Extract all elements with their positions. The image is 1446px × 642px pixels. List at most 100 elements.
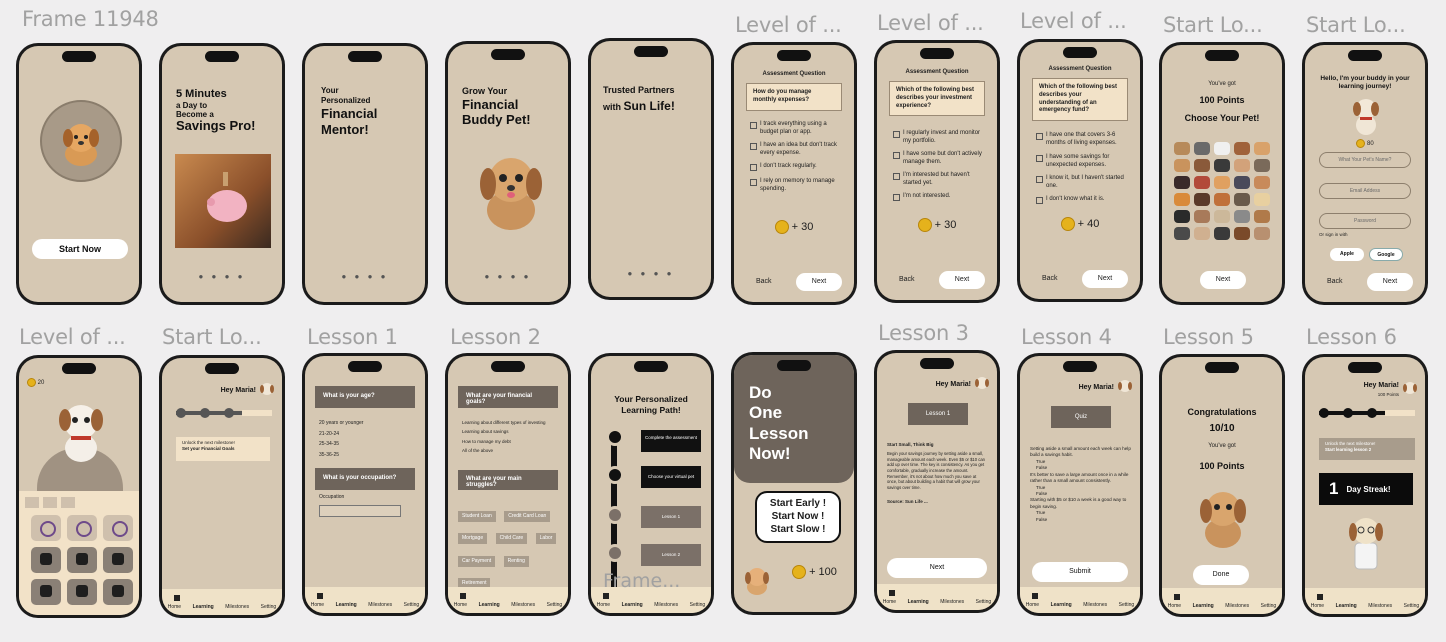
lock-icon[interactable] bbox=[103, 547, 133, 573]
google-signin-button[interactable]: Google bbox=[1369, 248, 1403, 261]
lock-icon[interactable] bbox=[67, 547, 97, 573]
age-option-4[interactable]: 35-36-25 bbox=[319, 450, 363, 461]
pet-option[interactable] bbox=[1254, 227, 1270, 240]
step-lesson-1[interactable]: Lesson 1 bbox=[641, 506, 701, 528]
home-icon[interactable] bbox=[460, 593, 466, 599]
nav-milestones[interactable]: Milestones bbox=[511, 602, 535, 608]
pet-option[interactable] bbox=[1214, 176, 1230, 189]
inventory-tab[interactable] bbox=[25, 497, 39, 508]
nav-home[interactable]: Home bbox=[1026, 602, 1039, 608]
goal-option-4[interactable]: All of the above bbox=[462, 446, 545, 455]
nav-setting[interactable]: Setting bbox=[1404, 603, 1420, 609]
option-2[interactable]: I have an idea but don't track every exp… bbox=[750, 142, 842, 157]
milestone-dot[interactable] bbox=[200, 408, 210, 418]
submit-button[interactable]: Submit bbox=[1032, 562, 1128, 582]
milestone-dot[interactable] bbox=[1319, 408, 1329, 418]
nav-home[interactable]: Home bbox=[311, 602, 324, 608]
email-field[interactable]: Email Addess bbox=[1319, 183, 1411, 199]
home-icon[interactable] bbox=[1174, 594, 1180, 600]
password-field[interactable]: Password bbox=[1319, 213, 1411, 229]
nav-milestones[interactable]: Milestones bbox=[1368, 603, 1392, 609]
option-3[interactable]: I know it, but I haven't started one. bbox=[1036, 175, 1128, 190]
step-choose-pet[interactable]: Choose your virtual pet bbox=[641, 466, 701, 488]
back-button[interactable]: Back bbox=[1327, 278, 1343, 285]
nav-milestones[interactable]: Milestones bbox=[940, 599, 964, 605]
nav-setting[interactable]: Setting bbox=[976, 599, 992, 605]
pet-option[interactable] bbox=[1234, 142, 1250, 155]
pet-option[interactable] bbox=[1254, 142, 1270, 155]
pet-option[interactable] bbox=[1174, 176, 1190, 189]
back-button[interactable]: Back bbox=[1042, 275, 1058, 282]
option-2[interactable]: I have some but don't actively manage th… bbox=[893, 151, 985, 166]
tag-car-payment[interactable]: Car Payment bbox=[458, 555, 496, 567]
pet-option[interactable] bbox=[1174, 193, 1190, 206]
tag-mortgage[interactable]: Mortgage bbox=[458, 533, 488, 545]
home-icon[interactable] bbox=[1317, 594, 1323, 600]
pet-option[interactable] bbox=[1254, 176, 1270, 189]
inventory-tab[interactable] bbox=[43, 497, 57, 508]
tag-renting[interactable]: Renting bbox=[503, 555, 529, 567]
occupation-input[interactable] bbox=[319, 505, 401, 517]
pet-option[interactable] bbox=[1194, 227, 1210, 240]
page-indicator[interactable]: ● ● ● ● bbox=[305, 272, 425, 281]
nav-home[interactable]: Home bbox=[1311, 603, 1324, 609]
pet-option[interactable] bbox=[1214, 193, 1230, 206]
medal-item[interactable] bbox=[31, 515, 61, 541]
home-icon[interactable] bbox=[1032, 593, 1038, 599]
nav-setting[interactable]: Setting bbox=[547, 602, 563, 608]
home-icon[interactable] bbox=[174, 595, 180, 601]
inventory-tab[interactable] bbox=[61, 497, 75, 508]
page-indicator[interactable]: ● ● ● ● bbox=[448, 272, 568, 281]
path-node[interactable] bbox=[606, 544, 624, 562]
nav-milestones[interactable]: Milestones bbox=[654, 602, 678, 608]
pet-option[interactable] bbox=[1214, 210, 1230, 223]
path-node[interactable] bbox=[606, 506, 624, 524]
nav-home[interactable]: Home bbox=[168, 604, 181, 610]
home-icon[interactable] bbox=[889, 590, 895, 596]
milestone-card[interactable]: Unlock the next milestone! Set your Fina… bbox=[176, 437, 270, 461]
milestone-dot[interactable] bbox=[176, 408, 186, 418]
nav-milestones[interactable]: Milestones bbox=[1083, 602, 1107, 608]
age-option-1[interactable]: 20 years or younger bbox=[319, 418, 363, 429]
pet-option[interactable] bbox=[1214, 159, 1230, 172]
pet-option[interactable] bbox=[1174, 142, 1190, 155]
pet-option[interactable] bbox=[1254, 159, 1270, 172]
option-2[interactable]: I have some savings for unexpected expen… bbox=[1036, 154, 1128, 169]
home-icon[interactable] bbox=[317, 593, 323, 599]
nav-home[interactable]: Home bbox=[883, 599, 896, 605]
nav-learning[interactable]: Learning bbox=[622, 602, 643, 608]
milestone-dot[interactable] bbox=[1367, 408, 1377, 418]
nav-learning[interactable]: Learning bbox=[1193, 603, 1214, 609]
pet-option[interactable] bbox=[1194, 142, 1210, 155]
nav-setting[interactable]: Setting bbox=[404, 602, 420, 608]
goal-option-1[interactable]: Learning about different types of invest… bbox=[462, 418, 545, 427]
pet-option[interactable] bbox=[1194, 210, 1210, 223]
apple-signin-button[interactable]: Apple bbox=[1330, 248, 1364, 261]
pet-option[interactable] bbox=[1174, 159, 1190, 172]
milestone-dot[interactable] bbox=[224, 408, 234, 418]
quiz-option-false[interactable]: False bbox=[1030, 517, 1132, 523]
nav-learning[interactable]: Learning bbox=[1051, 602, 1072, 608]
option-3[interactable]: I don't track regularly. bbox=[750, 163, 842, 171]
nav-milestones[interactable]: Milestones bbox=[368, 602, 392, 608]
next-button[interactable]: Next bbox=[1367, 273, 1413, 291]
nav-learning[interactable]: Learning bbox=[1336, 603, 1357, 609]
lock-icon[interactable] bbox=[67, 579, 97, 605]
next-button[interactable]: Next bbox=[939, 271, 985, 289]
nav-home[interactable]: Home bbox=[1168, 603, 1181, 609]
pet-option[interactable] bbox=[1254, 193, 1270, 206]
pet-option[interactable] bbox=[1234, 210, 1250, 223]
tag-child-care[interactable]: Child Care bbox=[495, 533, 528, 545]
nav-home[interactable]: Home bbox=[454, 602, 467, 608]
pet-name-input[interactable]: What Your Pet's Name? bbox=[1319, 152, 1411, 168]
back-button[interactable]: Back bbox=[899, 276, 915, 283]
path-node[interactable] bbox=[606, 466, 624, 484]
nav-setting[interactable]: Setting bbox=[1261, 603, 1277, 609]
tag-credit-card[interactable]: Credit Card Loan bbox=[504, 511, 551, 522]
step-lesson-2[interactable]: Lesson 2 bbox=[641, 544, 701, 566]
page-indicator[interactable]: ● ● ● ● bbox=[162, 272, 282, 281]
nav-setting[interactable]: Setting bbox=[261, 604, 277, 610]
lock-icon[interactable] bbox=[31, 579, 61, 605]
pet-option[interactable] bbox=[1234, 227, 1250, 240]
done-button[interactable]: Done bbox=[1193, 565, 1249, 585]
